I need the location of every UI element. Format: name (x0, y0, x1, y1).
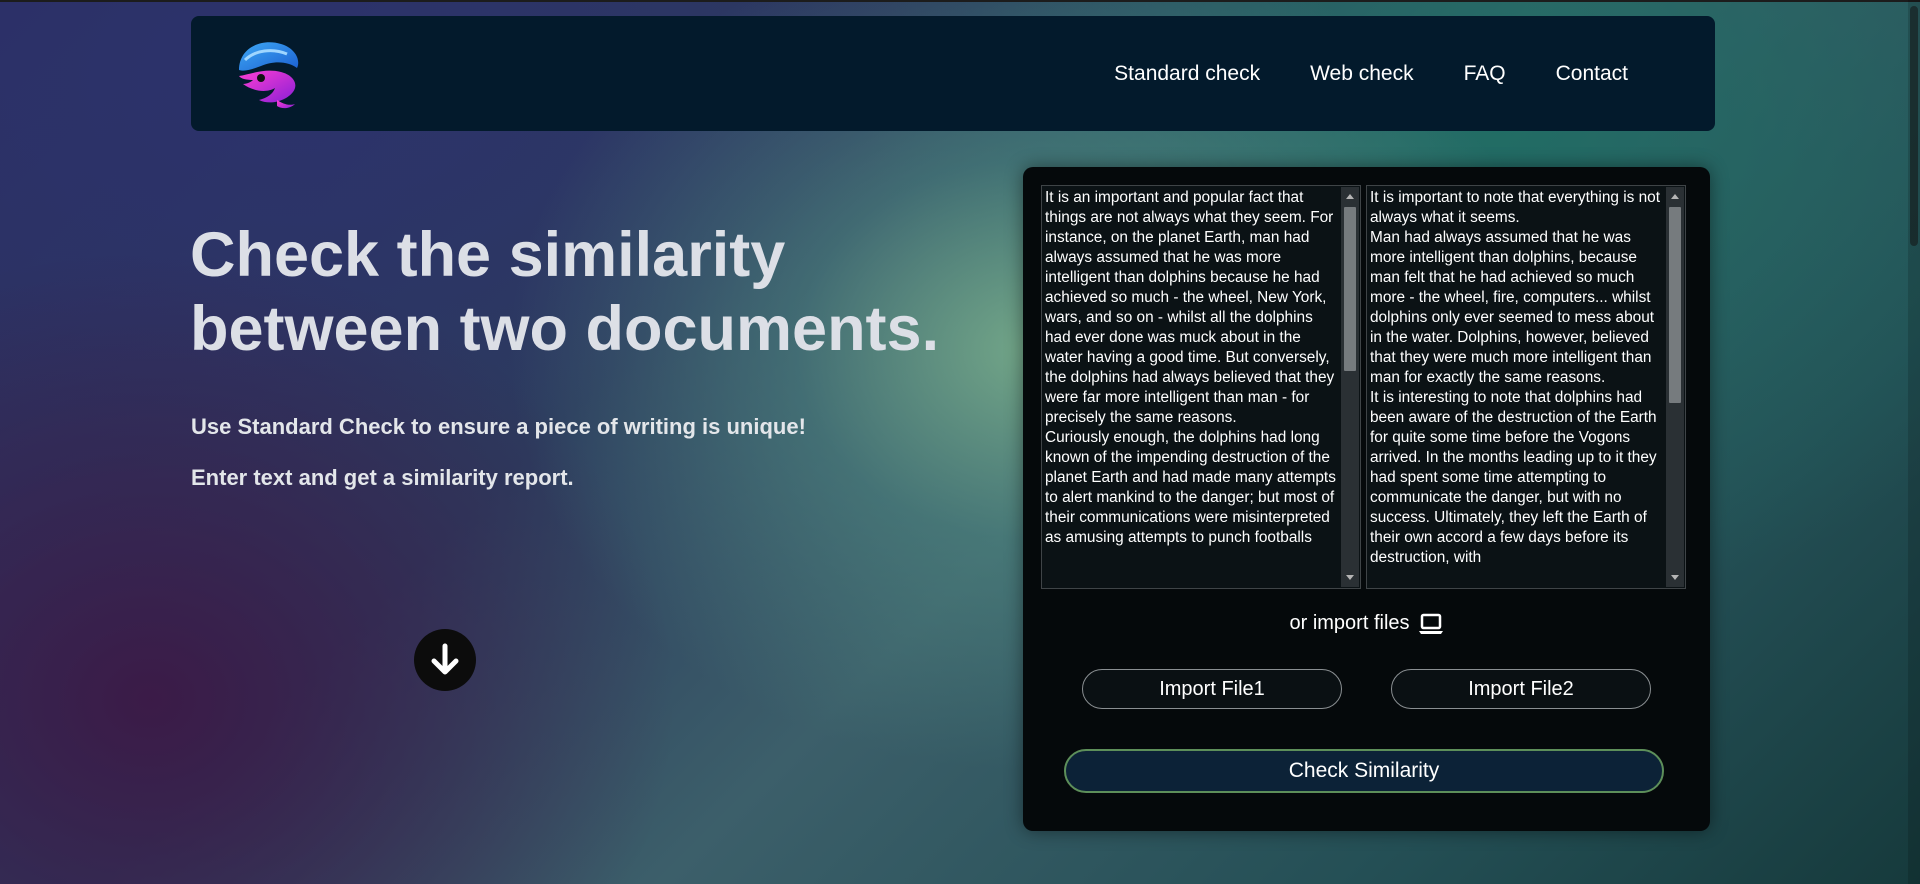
hero-subtitle: Use Standard Check to ensure a piece of … (191, 414, 806, 439)
scroll-up-arrow-icon[interactable] (1671, 194, 1679, 199)
nav-web-check[interactable]: Web check (1310, 62, 1414, 86)
document2-textarea[interactable]: It is important to note that everything … (1366, 185, 1686, 589)
document1-scrollbar[interactable] (1341, 187, 1359, 587)
document1-textarea[interactable]: It is an important and popular fact that… (1041, 185, 1361, 589)
document2-scrollbar[interactable] (1666, 187, 1684, 587)
laptop-icon (1418, 613, 1443, 634)
similarity-panel: It is an important and popular fact that… (1023, 167, 1710, 831)
whale-logo-icon[interactable] (231, 34, 307, 110)
window-top-border (0, 0, 1920, 2)
hero-title: Check the similarity between two documen… (190, 220, 940, 364)
arrow-down-icon (431, 643, 459, 675)
scroll-up-arrow-icon[interactable] (1346, 194, 1354, 199)
import-files-label: or import files (1023, 612, 1710, 635)
import-file2-button[interactable]: Import File2 (1391, 669, 1651, 709)
nav-contact[interactable]: Contact (1556, 62, 1628, 86)
import-files-text: or import files (1289, 612, 1410, 634)
page-scrollbar[interactable] (1908, 0, 1920, 884)
nav-links: Standard check Web check FAQ Contact (1114, 16, 1628, 131)
page-scrollbar-thumb[interactable] (1910, 6, 1918, 246)
navbar: Standard check Web check FAQ Contact (191, 16, 1715, 131)
scroll-down-button[interactable] (414, 629, 476, 691)
document2-text: It is important to note that everything … (1370, 189, 1661, 566)
scrollbar-thumb[interactable] (1669, 207, 1681, 403)
check-similarity-button[interactable]: Check Similarity (1064, 749, 1664, 793)
document1-text: It is an important and popular fact that… (1045, 189, 1336, 546)
scrollbar-thumb[interactable] (1344, 207, 1356, 371)
scroll-down-arrow-icon[interactable] (1346, 575, 1354, 580)
nav-standard-check[interactable]: Standard check (1114, 62, 1260, 86)
scroll-down-arrow-icon[interactable] (1671, 575, 1679, 580)
nav-faq[interactable]: FAQ (1464, 62, 1506, 86)
import-file1-button[interactable]: Import File1 (1082, 669, 1342, 709)
hero-subtitle-2: Enter text and get a similarity report. (191, 465, 574, 490)
